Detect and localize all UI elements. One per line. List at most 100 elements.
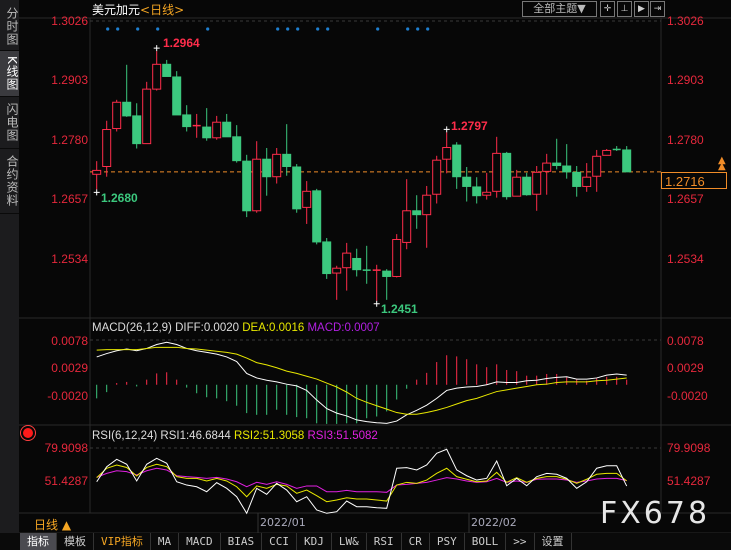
rsi1-line xyxy=(96,448,628,515)
event-dot xyxy=(326,27,330,31)
candle xyxy=(432,155,442,204)
candle xyxy=(302,181,312,224)
candle xyxy=(182,105,192,132)
toolbar-psy[interactable]: PSY xyxy=(430,533,465,550)
period-selector[interactable]: 日线 ▲ xyxy=(34,516,71,533)
candle xyxy=(362,245,371,284)
candle-body xyxy=(242,160,252,212)
watermark-logo: FX678 xyxy=(600,496,711,531)
candle xyxy=(572,166,582,197)
chart-frame xyxy=(19,17,731,534)
alert-icon[interactable] xyxy=(23,428,33,438)
price-label-right: 1.3026 xyxy=(667,14,704,28)
event-dot xyxy=(276,27,280,31)
event-dot xyxy=(316,27,320,31)
kline-chart[interactable] xyxy=(0,0,731,550)
candle-body xyxy=(522,176,532,196)
candle xyxy=(602,148,612,156)
candle-body xyxy=(542,162,552,172)
candle xyxy=(442,132,452,174)
candle-body xyxy=(432,159,442,195)
macd-label-left: 0.0029 xyxy=(51,361,88,375)
price-label-left: 1.2780 xyxy=(51,133,88,147)
candle-body xyxy=(502,152,512,198)
candle-body xyxy=(602,149,612,156)
candle xyxy=(622,146,632,173)
candle-body xyxy=(272,153,282,178)
rsi2-value: RSI2:51.3058 xyxy=(233,430,305,442)
candle-body xyxy=(532,171,542,195)
candle xyxy=(142,81,152,145)
candle xyxy=(292,164,302,213)
candle xyxy=(252,141,262,213)
candle-body xyxy=(422,194,432,216)
candle-body xyxy=(452,144,462,178)
price-label-right: 1.2903 xyxy=(667,73,704,87)
toolbar-indicators[interactable]: 指标 xyxy=(20,533,57,550)
candle xyxy=(512,169,522,197)
candle xyxy=(422,185,432,248)
toolbar-vip-indicators[interactable]: VIP指标 xyxy=(94,533,151,550)
event-dot xyxy=(206,27,210,31)
toolbar-lw[interactable]: LW& xyxy=(332,533,367,550)
candle xyxy=(412,195,422,229)
candle-body xyxy=(302,190,312,208)
candle xyxy=(352,248,362,277)
candle xyxy=(122,64,132,117)
rsi-legend: RSI(6,12,24) RSI1:46.6844 RSI2:51.3058 R… xyxy=(92,430,378,442)
macd-value: MACD:0.0007 xyxy=(307,322,380,334)
toolbar-bias[interactable]: BIAS xyxy=(221,533,263,550)
rsi-label-right: 51.4287 xyxy=(667,474,711,488)
date-label: 2022/01 xyxy=(260,516,306,529)
candle-body xyxy=(142,88,152,145)
high-annotation: 1.2797 xyxy=(451,119,488,133)
rsi3-value: RSI3:51.5082 xyxy=(307,430,378,442)
candle xyxy=(152,51,162,91)
candle xyxy=(592,149,602,192)
dea-value: DEA:0.0016 xyxy=(242,322,305,334)
event-dot xyxy=(106,27,110,31)
candle xyxy=(552,138,562,170)
toolbar-boll[interactable]: BOLL xyxy=(465,533,507,550)
candle-body xyxy=(592,155,602,177)
candle xyxy=(312,188,322,245)
candle-body xyxy=(562,165,572,173)
candle xyxy=(492,136,502,198)
rsi1-value: RSI1:46.6844 xyxy=(160,430,231,442)
event-dot xyxy=(136,27,140,31)
toolbar-cci[interactable]: CCI xyxy=(262,533,297,550)
candles xyxy=(92,45,632,307)
macd-params: MACD(26,12,9) xyxy=(92,322,172,334)
candle xyxy=(582,163,592,192)
toolbar-rsi[interactable]: RSI xyxy=(367,533,402,550)
candle-body xyxy=(222,121,232,138)
toolbar-ma[interactable]: MA xyxy=(151,533,180,550)
toolbar-settings[interactable]: 设置 xyxy=(535,533,572,550)
candle xyxy=(232,125,242,163)
extreme-marker xyxy=(443,126,450,133)
toolbar-macd[interactable]: MACD xyxy=(179,533,221,550)
candle-body xyxy=(102,129,112,167)
candle xyxy=(342,242,352,291)
event-dot xyxy=(116,27,120,31)
toolbar-cr[interactable]: CR xyxy=(402,533,430,550)
candle-body xyxy=(512,176,522,197)
toolbar-templates[interactable]: 模板 xyxy=(57,533,94,550)
macd-label-right: 0.0029 xyxy=(667,361,704,375)
candle xyxy=(282,124,292,176)
candle xyxy=(542,153,552,195)
rsi-label-left: 51.4287 xyxy=(44,474,88,488)
toolbar-kdj[interactable]: KDJ xyxy=(297,533,332,550)
toolbar-more[interactable]: >> xyxy=(506,533,535,550)
candle xyxy=(322,238,332,279)
indicator-toolbar: 指标 模板 VIP指标 MA MACD BIAS CCI KDJ LW& RSI… xyxy=(0,533,731,550)
candle xyxy=(612,146,621,151)
event-dot xyxy=(416,27,420,31)
extreme-marker xyxy=(93,189,100,196)
price-label-left: 1.2903 xyxy=(51,73,88,87)
scroll-up-icon[interactable]: ▲ ▲ xyxy=(718,156,726,172)
price-label-right: 1.2780 xyxy=(667,133,704,147)
candle xyxy=(402,179,412,250)
candle xyxy=(112,99,122,132)
